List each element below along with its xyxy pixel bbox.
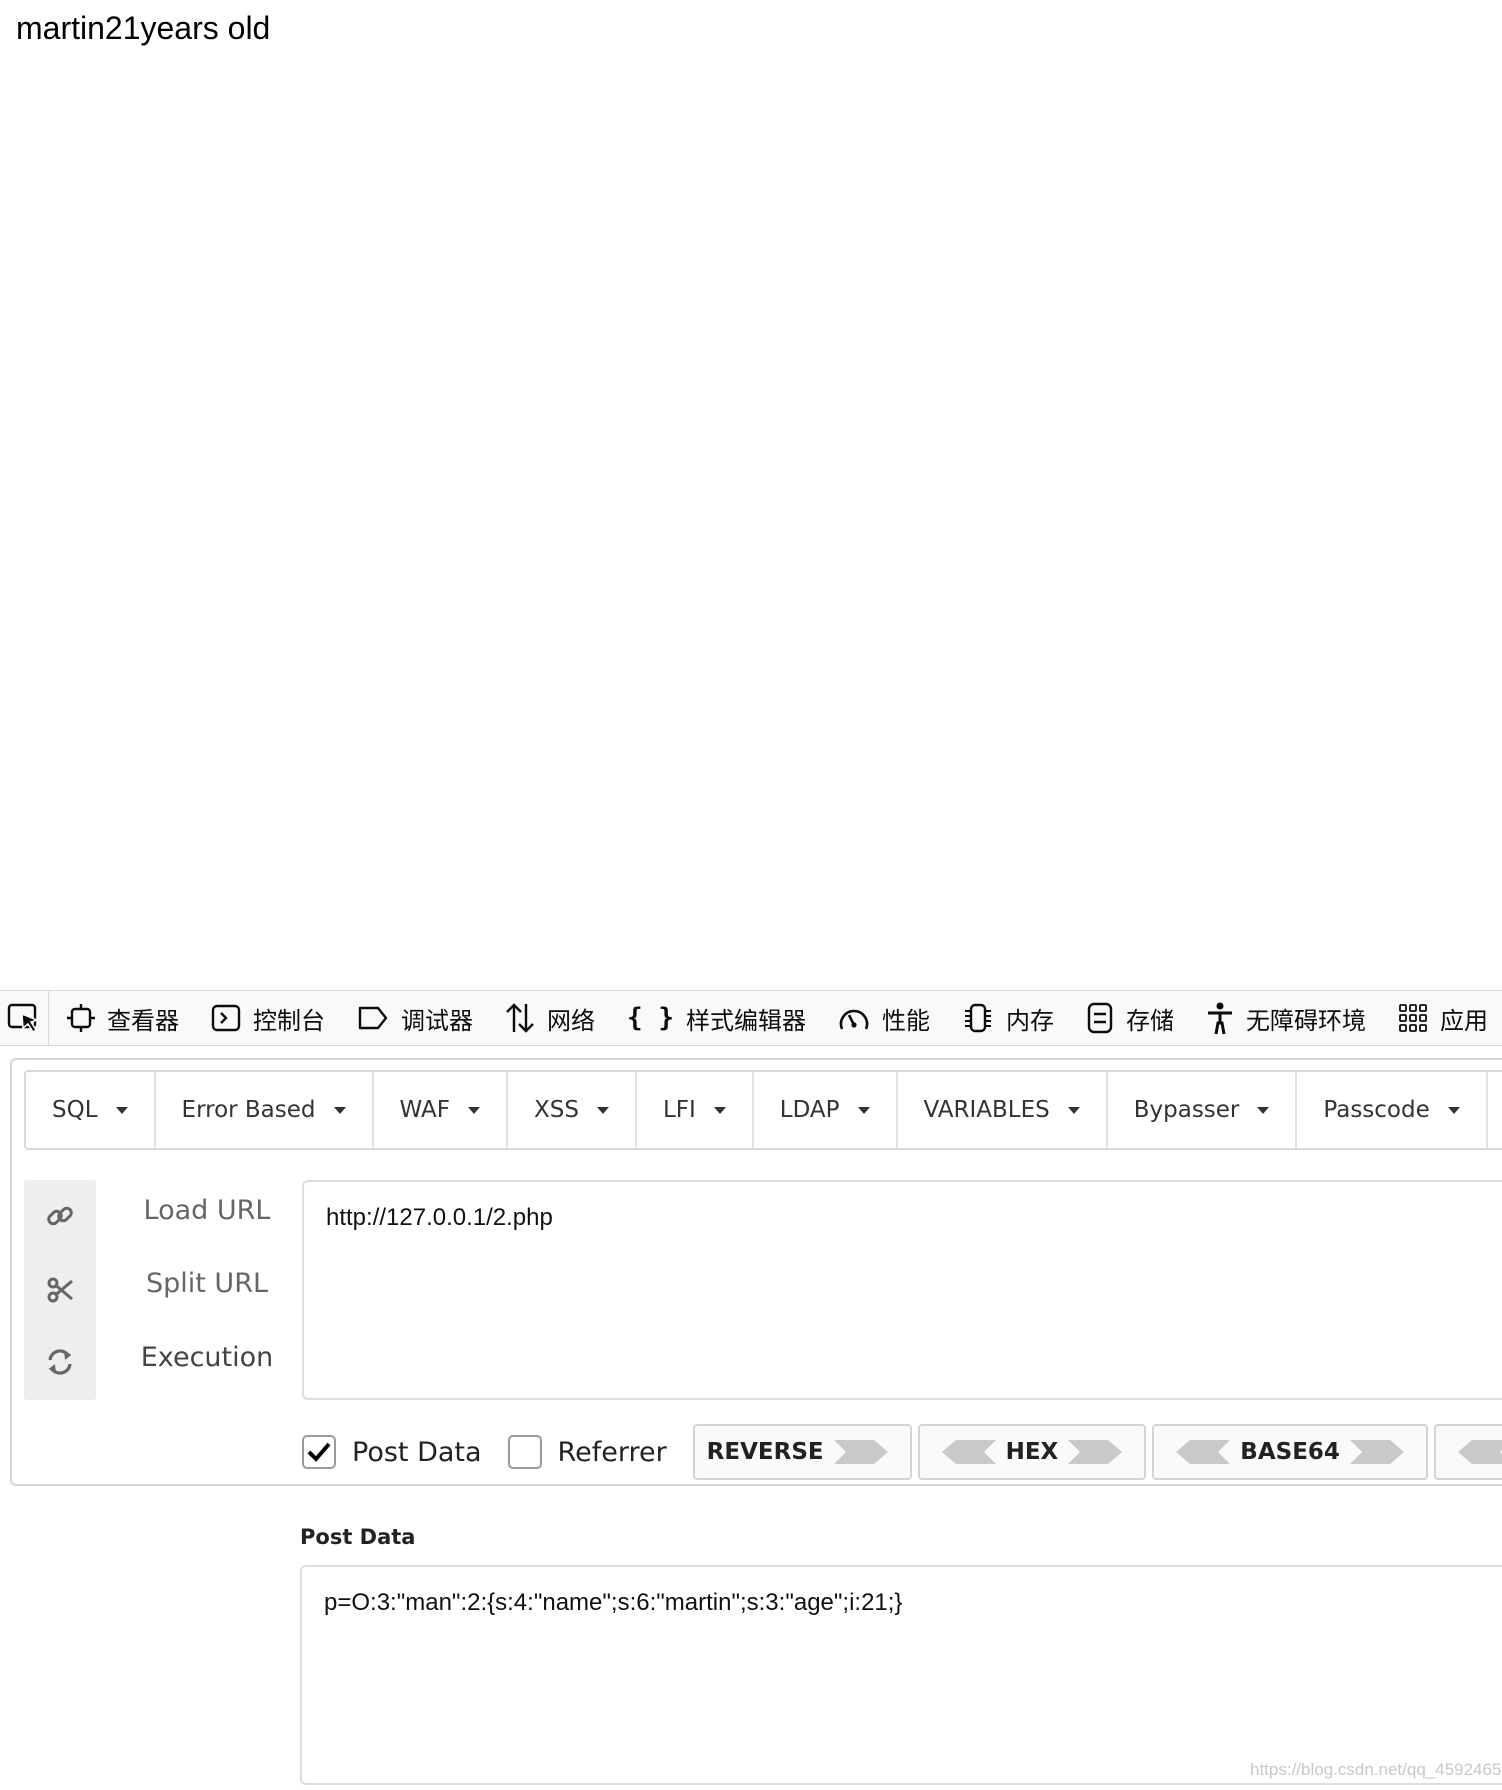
menu-lfi-label: LFI [662,1097,696,1123]
hackbar-menu: SQL Error Based WAF XSS LFI LDAP VARIABL… [24,1070,1502,1150]
post-data-title: Post Data [300,1525,416,1549]
menu-sql[interactable]: SQL [26,1072,156,1148]
chevron-left-icon [1457,1440,1502,1464]
tab-accessibility-label: 无障碍环境 [1246,1006,1366,1035]
tab-application-label: 应用 [1440,1006,1488,1035]
devtools-toolbar: 查看器 控制台 调试器 网络 { } 样式编辑器 性能 内存 存储 无障碍环境 … [0,990,1502,1046]
console-icon [211,1004,241,1032]
base64-label: BASE64 [1240,1439,1340,1465]
caret-down-icon [467,1106,480,1114]
caret-down-icon [857,1106,870,1114]
chevron-right-icon [1349,1440,1404,1464]
tab-network[interactable]: 网络 [487,991,609,1045]
hex-button[interactable]: HEX [917,1424,1147,1480]
storage-icon [1087,1002,1113,1034]
menu-passcode-label: Passcode [1323,1097,1430,1123]
menu-variables[interactable]: VARIABLES [898,1072,1108,1148]
application-icon [1399,1004,1427,1032]
menu-ldap-label: LDAP [779,1097,840,1123]
hex-label: HEX [1005,1439,1059,1465]
tab-storage[interactable]: 存储 [1068,991,1188,1045]
style-editor-icon: { } [627,1003,674,1033]
tab-inspector[interactable]: 查看器 [49,991,193,1045]
watermark: https://blog.csdn.net/qq_45924653 [1250,1760,1502,1779]
tab-storage-label: 存储 [1126,1006,1174,1035]
0x-button[interactable]: 0x [1433,1424,1502,1480]
menu-ldap[interactable]: LDAP [754,1072,898,1148]
tab-accessibility[interactable]: 无障碍环境 [1188,991,1380,1045]
base64-button[interactable]: BASE64 [1152,1424,1428,1480]
options-row: Post Data Referrer REVERSE HEX BASE64 0x [302,1424,1502,1480]
caret-down-icon [713,1106,726,1114]
menu-passcode[interactable]: Passcode [1297,1072,1488,1148]
accessibility-icon [1208,1002,1232,1035]
performance-icon [839,1009,869,1030]
chevron-left-icon [941,1440,996,1464]
tab-console[interactable]: 控制台 [193,991,339,1045]
tab-debugger[interactable]: 调试器 [339,991,487,1045]
caret-down-icon [333,1106,346,1114]
menu-waf[interactable]: WAF [374,1072,508,1148]
menu-error-based[interactable]: Error Based [156,1072,374,1148]
hackbar-panel: SQL Error Based WAF XSS LFI LDAP VARIABL… [10,1058,1502,1486]
caret-down-icon [1447,1106,1460,1114]
tab-network-label: 网络 [547,1006,596,1035]
tab-performance[interactable]: 性能 [820,991,944,1045]
post-data-label: Post Data [352,1436,482,1468]
caret-down-icon [115,1106,128,1114]
caret-down-icon [596,1106,609,1114]
menu-bypasser-label: Bypasser [1133,1097,1240,1123]
page-output-text: martin21years old [16,10,271,46]
refresh-icon[interactable] [44,1346,76,1378]
referrer-checkbox[interactable] [507,1435,542,1469]
tab-inspector-label: 查看器 [107,1006,180,1035]
memory-icon [965,1003,991,1033]
menu-xss-label: XSS [533,1097,579,1123]
checkmark-icon [307,1442,331,1462]
split-url-button[interactable]: Split URL [122,1268,292,1299]
chevron-left-icon [1176,1440,1231,1464]
load-url-button[interactable]: Load URL [122,1195,292,1226]
execute-button[interactable]: Execution [122,1342,292,1373]
menu-xss[interactable]: XSS [508,1072,637,1148]
element-picker-button[interactable] [0,991,50,1045]
action-icon-column [24,1180,96,1400]
debugger-icon [358,1006,388,1030]
caret-down-icon [1067,1106,1080,1114]
url-input[interactable]: http://127.0.0.1/2.php [302,1180,1502,1400]
link-icon[interactable] [44,1200,76,1232]
scissors-icon[interactable] [44,1274,76,1306]
menu-bypasser[interactable]: Bypasser [1108,1072,1298,1148]
post-data-checkbox[interactable] [302,1435,336,1469]
menu-lfi[interactable]: LFI [637,1072,754,1148]
tab-application[interactable]: 应用 [1380,991,1502,1045]
chevron-right-icon [833,1440,888,1464]
menu-waf-label: WAF [399,1097,450,1123]
referrer-label: Referrer [557,1436,667,1468]
reverse-label: REVERSE [706,1439,824,1465]
caret-down-icon [1257,1106,1270,1114]
tab-style-editor[interactable]: { } 样式编辑器 [609,991,820,1045]
reverse-button[interactable]: REVERSE [692,1424,912,1480]
tab-memory-label: 内存 [1006,1006,1054,1035]
menu-variables-label: VARIABLES [923,1097,1050,1123]
post-data-input[interactable]: p=O:3:"man":2:{s:4:"name";s:6:"martin";s… [300,1565,1502,1785]
network-icon [506,1003,534,1033]
menu-error-based-label: Error Based [181,1097,316,1123]
tab-console-label: 控制台 [253,1006,326,1035]
tab-memory[interactable]: 内存 [944,991,1068,1045]
element-picker-icon [7,1003,40,1034]
chevron-right-icon [1068,1440,1123,1464]
inspector-icon [67,1004,96,1032]
tab-style-editor-label: 样式编辑器 [686,1006,806,1035]
tab-performance-label: 性能 [882,1006,930,1035]
tab-debugger-label: 调试器 [401,1006,474,1035]
menu-sql-label: SQL [52,1097,98,1123]
